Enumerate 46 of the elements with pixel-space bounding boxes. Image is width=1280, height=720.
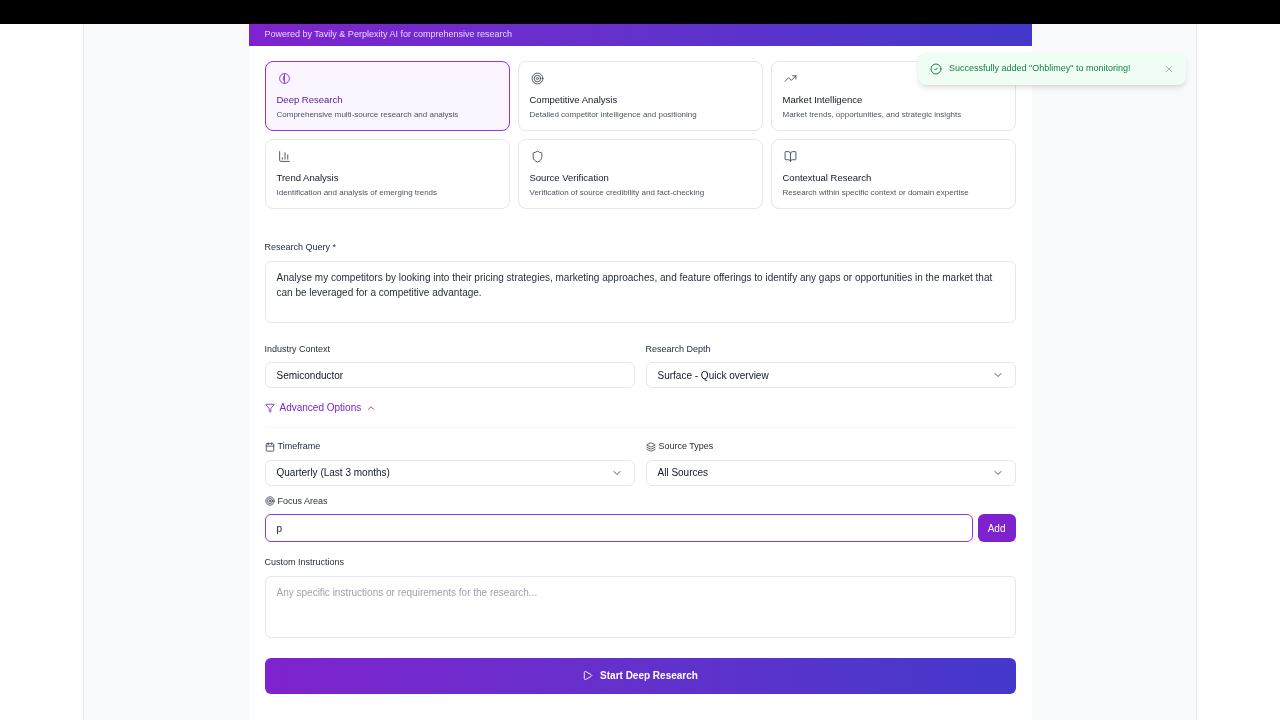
card-description: Comprehensive multi-source research and analysis bbox=[276, 109, 459, 120]
card-description: Detailed competitor intelligence and positioning bbox=[529, 109, 697, 120]
field-label: Research Query * bbox=[264, 241, 337, 254]
book-icon bbox=[782, 150, 798, 163]
add-button[interactable]: Add bbox=[977, 514, 1016, 542]
card-title: Trend Analysis bbox=[276, 172, 339, 184]
query-textarea[interactable]: Analyse my competitors by looking into their pricing strategies, marketing approaches, and feature offerings to identify any gaps or opportunities in the market that can be leveraged for a competitive advantage. bbox=[264, 260, 1016, 323]
field-label: Research Depth bbox=[645, 342, 711, 356]
bar-chart-icon bbox=[276, 150, 292, 163]
research-type-card[interactable]: Trend Analysis Identification and analysis of emerging trends bbox=[264, 139, 510, 209]
focus-area-field[interactable]: p bbox=[264, 514, 973, 542]
advanced-options-toggle[interactable]: Advanced Options bbox=[264, 400, 377, 415]
card-description: Market trends, opportunities, and strategic insights bbox=[782, 109, 962, 120]
research-type-card[interactable]: Deep Research Comprehensive multi-source research and analysis bbox=[264, 61, 510, 131]
research-type-card[interactable]: Source Verification Verification of source credibility and fact-checking bbox=[517, 139, 763, 209]
card-description: Research within specific context or domain expertise bbox=[782, 187, 969, 198]
calendar-icon bbox=[264, 441, 275, 452]
brain-icon bbox=[276, 72, 292, 85]
card-title: Market Intelligence bbox=[782, 94, 863, 106]
target-icon bbox=[264, 496, 275, 507]
check-circle-icon bbox=[930, 62, 942, 75]
card-title: Competitive Analysis bbox=[529, 94, 618, 106]
field-label: Source Types bbox=[658, 440, 714, 453]
select-field[interactable]: All Sources bbox=[645, 459, 1016, 486]
field-label: Timeframe bbox=[277, 440, 321, 453]
industry-field[interactable]: Semiconductor bbox=[264, 362, 635, 388]
field-label: Industry Context bbox=[264, 342, 331, 356]
target-icon bbox=[529, 72, 545, 85]
field-label: Custom Instructions bbox=[264, 556, 345, 569]
card-description: Identification and analysis of emerging trends bbox=[276, 187, 438, 198]
close-icon[interactable] bbox=[1164, 63, 1174, 74]
play-icon bbox=[582, 670, 594, 681]
filter-icon bbox=[264, 402, 275, 413]
research-type-card[interactable]: Competitive Analysis Detailed competitor intelligence and positioning bbox=[517, 61, 763, 131]
select-field[interactable]: Quarterly (Last 3 months) bbox=[264, 459, 635, 486]
research-type-card[interactable]: Contextual Research Research within specific context or domain expertise bbox=[770, 139, 1016, 209]
layers-icon bbox=[645, 441, 656, 452]
card-title: Source Verification bbox=[529, 172, 609, 184]
card-title: Deep Research bbox=[276, 94, 343, 106]
trend-up-icon bbox=[782, 72, 798, 85]
card-title: Contextual Research bbox=[782, 172, 872, 184]
select-field[interactable]: Surface - Quick overview bbox=[645, 362, 1016, 388]
start-research-button[interactable]: Start Deep Research bbox=[264, 657, 1016, 694]
header-subtitle: Powered by Tavily & Perplexity AI for comprehensive research bbox=[264, 28, 512, 42]
field-label: Focus Areas bbox=[277, 494, 328, 508]
card-description: Verification of source credibility and fact-checking bbox=[529, 187, 705, 198]
